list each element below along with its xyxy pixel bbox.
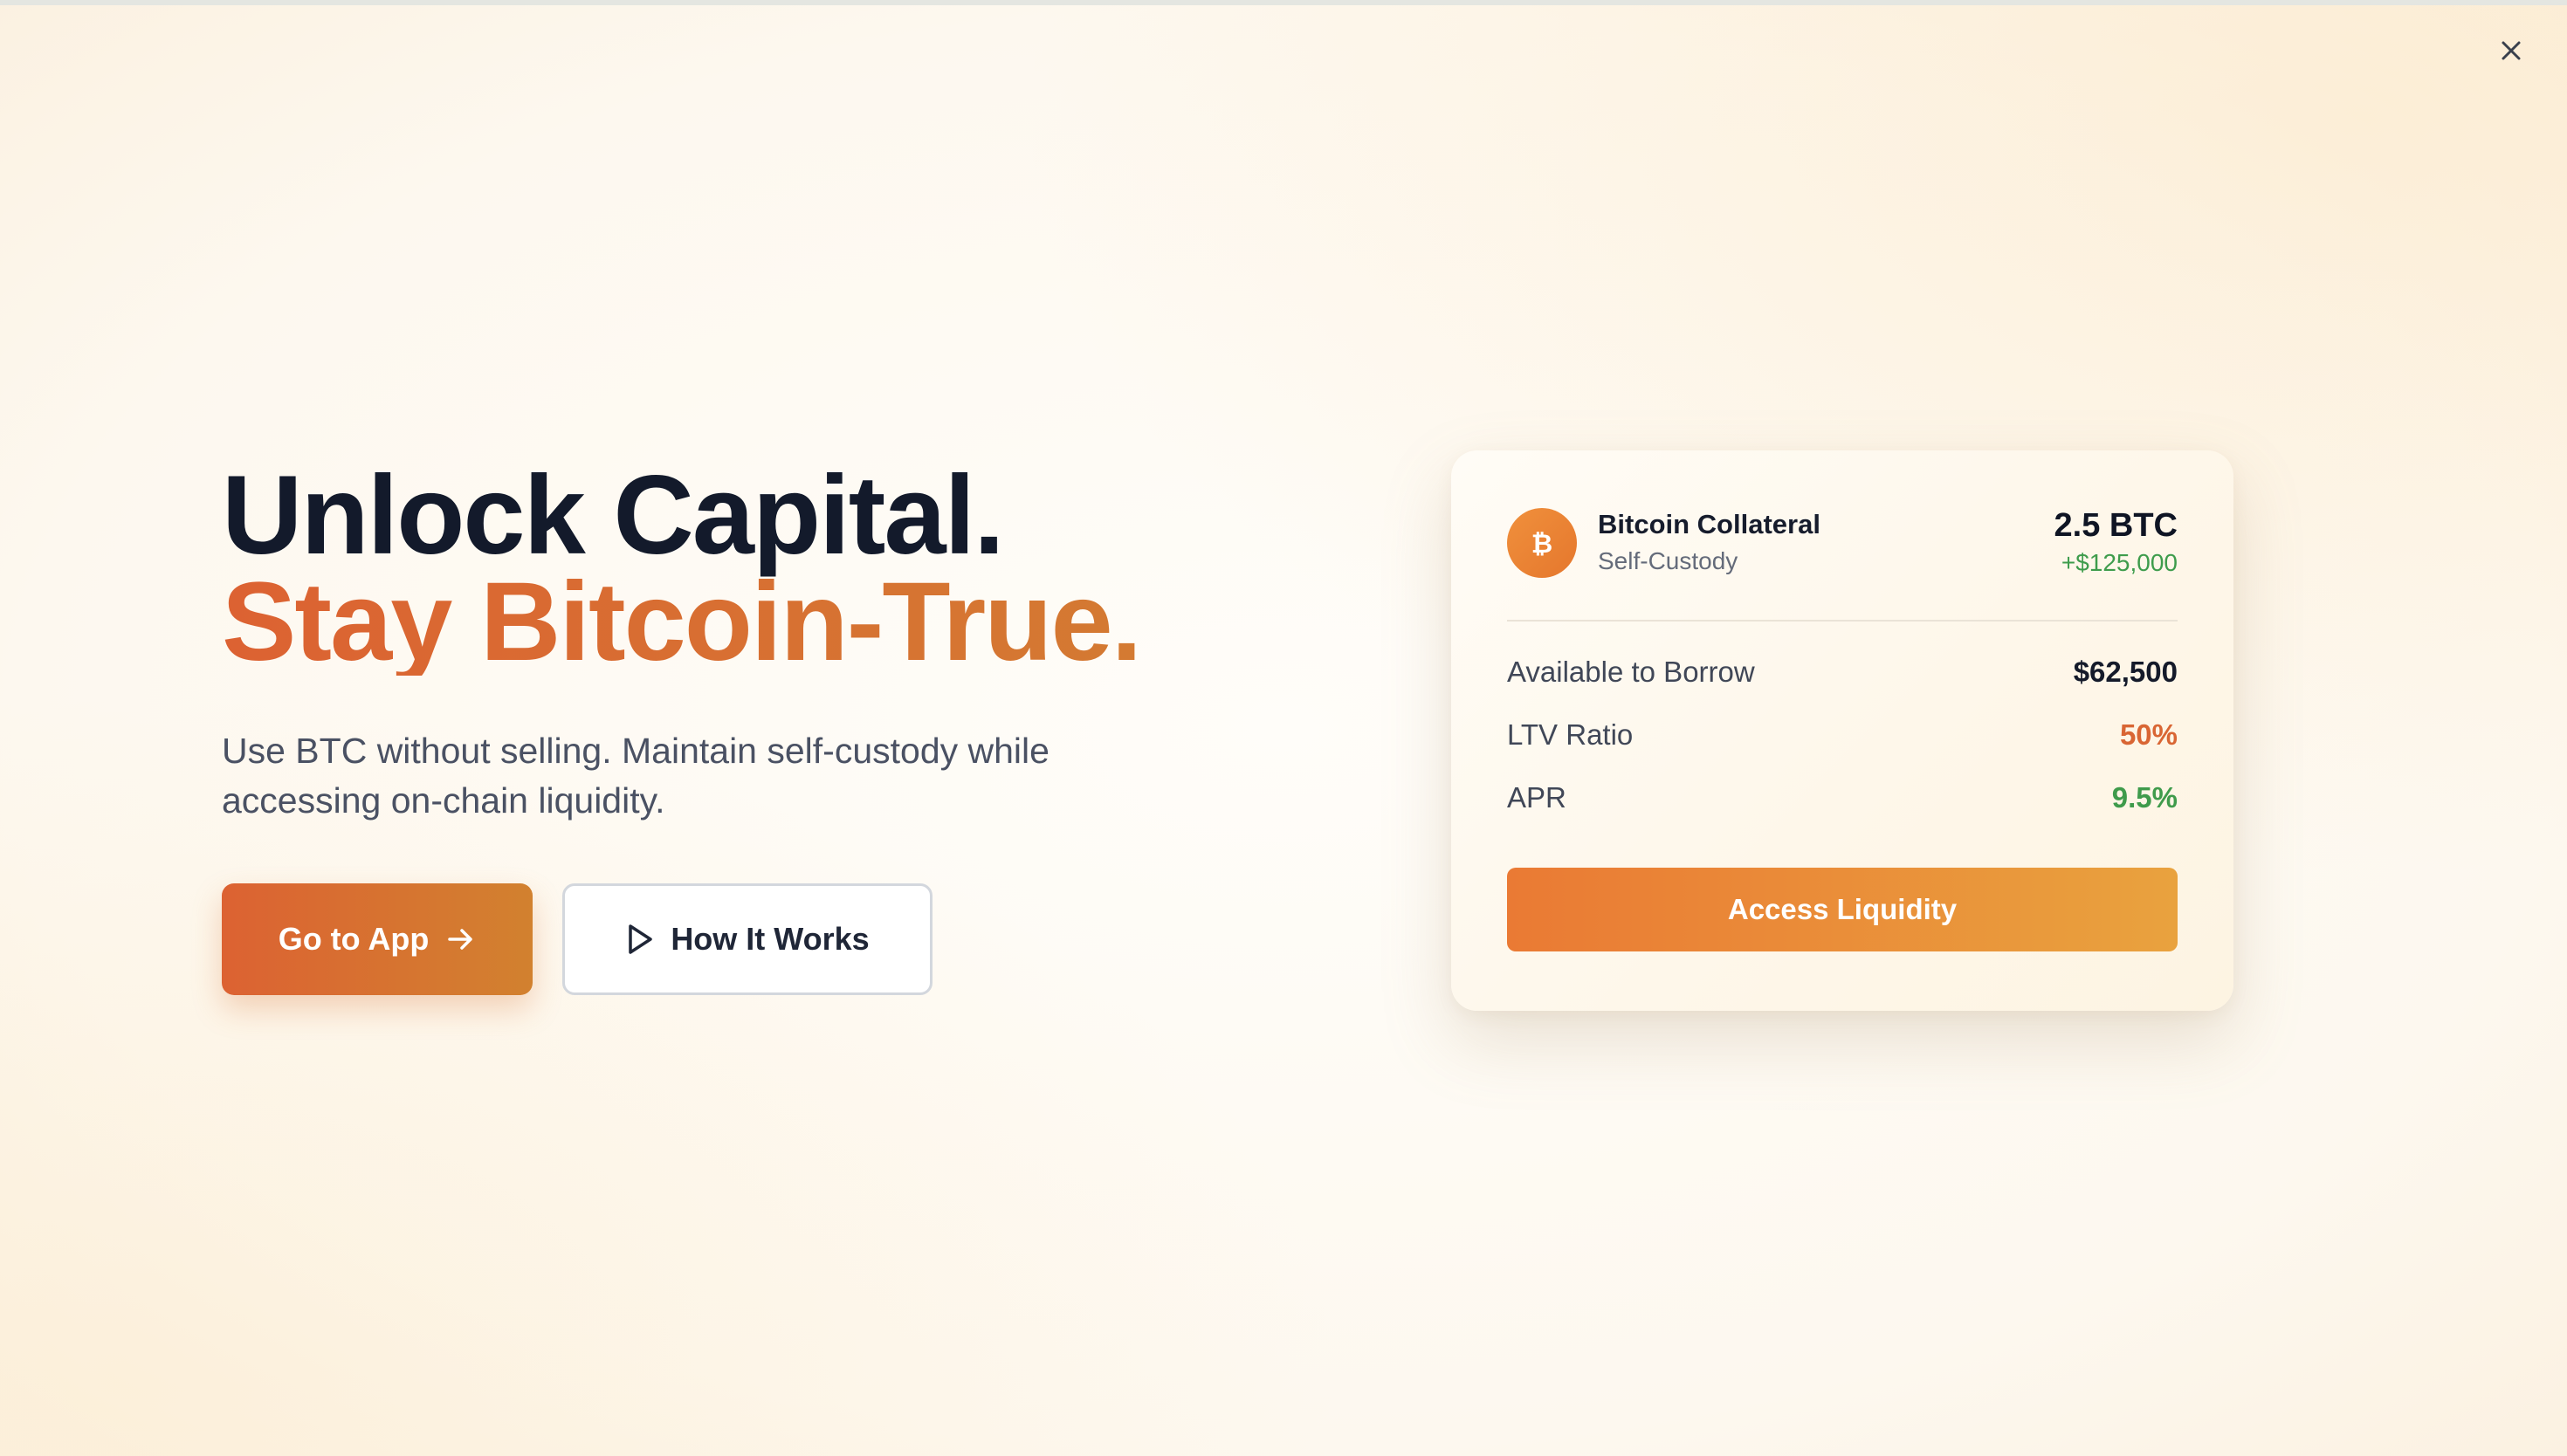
hero-section: Unlock Capital. Stay Bitcoin-True. Use B… — [222, 453, 1270, 995]
stat-value: 50% — [2119, 718, 2178, 751]
close-icon — [2502, 41, 2521, 60]
collateral-title: Bitcoin Collateral — [1598, 509, 1820, 539]
stat-value: 9.5% — [2111, 781, 2178, 814]
stat-label: APR — [1507, 781, 1566, 814]
top-border — [0, 0, 2567, 5]
arrow-right-icon — [448, 929, 473, 950]
close-button[interactable] — [2492, 31, 2530, 70]
bitcoin-icon: ₿ — [1507, 508, 1577, 578]
access-liquidity-button[interactable]: Access Liquidity — [1507, 868, 2178, 951]
usd-value-change: +$125,000 — [2061, 549, 2178, 576]
headline-line-1: Unlock Capital. — [222, 453, 1005, 578]
how-it-works-button[interactable]: How It Works — [562, 883, 933, 995]
svg-text:₿: ₿ — [1531, 529, 1552, 560]
collateral-title-group: Bitcoin Collateral Self-Custody — [1598, 507, 1820, 579]
headline-line-2: Stay Bitcoin-True. — [222, 560, 1142, 684]
how-it-works-label: How It Works — [671, 921, 870, 957]
hero-headline: Unlock Capital. Stay Bitcoin-True. — [222, 453, 1270, 684]
stat-value: $62,500 — [2073, 656, 2178, 688]
stat-label: Available to Borrow — [1507, 656, 1755, 688]
collateral-balance: 2.5 BTC +$125,000 — [2054, 506, 2178, 580]
stat-label: LTV Ratio — [1507, 718, 1634, 751]
card-divider — [1507, 620, 2178, 622]
access-liquidity-label: Access Liquidity — [1727, 893, 1958, 925]
play-icon — [629, 924, 653, 954]
go-to-app-label: Go to App — [278, 921, 430, 957]
collateral-card: ₿ Bitcoin Collateral Self-Custody 2.5 BT… — [1451, 450, 2233, 1011]
collateral-header: ₿ Bitcoin Collateral Self-Custody 2.5 BT… — [1507, 506, 2178, 580]
cta-row: Go to App How It Works — [222, 883, 1270, 995]
collateral-subtitle: Self-Custody — [1598, 547, 1738, 574]
stat-available-to-borrow: Available to Borrow $62,500 — [1507, 641, 2178, 704]
stat-apr: APR 9.5% — [1507, 766, 2178, 829]
bitcoin-glyph: ₿ — [1531, 529, 1552, 560]
go-to-app-button[interactable]: Go to App — [222, 883, 533, 995]
btc-amount: 2.5 BTC — [2054, 507, 2178, 544]
stat-ltv-ratio: LTV Ratio 50% — [1507, 704, 2178, 766]
loan-stats: Available to Borrow $62,500 LTV Ratio 50… — [1507, 641, 2178, 829]
hero-subtitle: Use BTC without selling. Maintain self-c… — [222, 731, 1050, 821]
